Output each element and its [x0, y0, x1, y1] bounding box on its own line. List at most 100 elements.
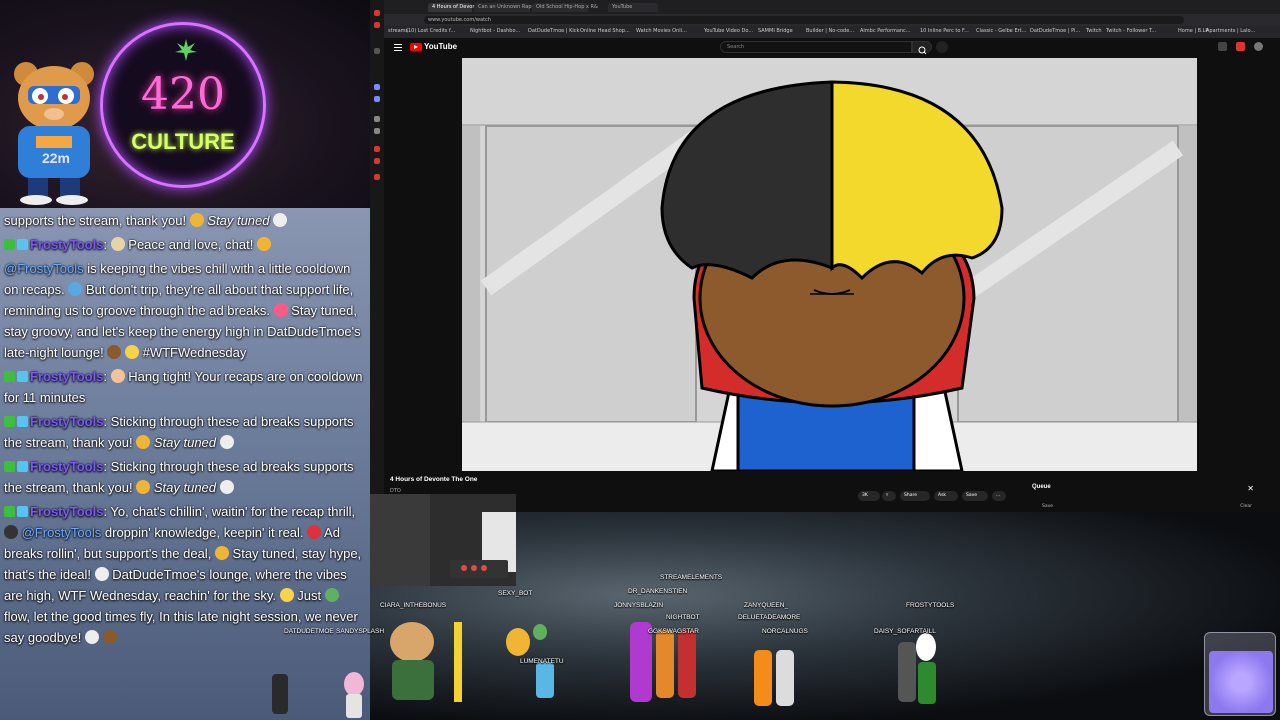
bookmark-item[interactable]: Watch Movies Onli...: [636, 28, 687, 34]
chat-username[interactable]: FrostyTools: [30, 237, 103, 252]
search-input[interactable]: Search: [720, 41, 912, 53]
bookmark-item[interactable]: Nightbot - Dashbo...: [470, 28, 520, 34]
rail-icon[interactable]: [374, 96, 380, 102]
chat-panel: supports the stream, thank you! Stay tun…: [0, 208, 370, 720]
search-button[interactable]: [912, 41, 932, 55]
rail-icon[interactable]: [374, 146, 380, 152]
queue-panel: Queue ✕ Save Clear: [1030, 482, 1270, 512]
youtube-wordmark[interactable]: YouTube: [424, 42, 457, 51]
chat-text: #WTFWednesday: [138, 345, 247, 360]
neon-word: CULTURE: [131, 129, 235, 154]
viewer-name-label: NORCALNUGS: [762, 628, 808, 635]
chat-username[interactable]: FrostyTools: [30, 504, 103, 519]
rail-icon[interactable]: [374, 128, 380, 134]
verified-badge-icon: [17, 371, 28, 382]
bookmark-item[interactable]: 10 Inline Perc to F...: [920, 28, 969, 34]
emoji-icon: [68, 282, 83, 296]
tab-old-school[interactable]: Old School Hip-Hop x R&: [532, 3, 598, 12]
viewer-sprite: [776, 650, 794, 706]
chat-text: Stay tuned: [203, 213, 274, 228]
emoji-icon: [214, 546, 229, 560]
voice-search-icon[interactable]: [936, 41, 948, 53]
viewer-name-label: FROSTYTOOLS: [906, 602, 955, 609]
share-button[interactable]: Share: [900, 491, 930, 501]
viewer-sprite: [536, 662, 554, 698]
viewer-sprite: [390, 622, 434, 662]
viewer-name-label: CIARA_INTHEBONUS: [380, 602, 447, 609]
tip-jar: [1204, 632, 1276, 716]
viewer-sprite: [272, 674, 288, 714]
rail-icon[interactable]: [374, 158, 380, 164]
tab-unknown-rapper[interactable]: Can an Unknown Rapper: [474, 3, 540, 12]
emoji-icon: [273, 213, 288, 227]
viewer-sprite: [656, 630, 674, 698]
queue-title: Queue: [1032, 484, 1051, 490]
queue-save-button[interactable]: Save: [1042, 504, 1053, 509]
video-frame-illustration: [462, 58, 1197, 471]
chat-mention[interactable]: @FrostyTools: [4, 261, 84, 276]
chat-text: :: [103, 237, 111, 252]
chat-mention[interactable]: @FrostyTools: [18, 525, 102, 540]
ask-button[interactable]: Ask: [934, 491, 958, 501]
bookmark-item[interactable]: Twitch - Follower T...: [1106, 28, 1156, 34]
viewer-name-label: STREAMELEMENTS: [660, 574, 723, 581]
emoji-icon: [4, 525, 18, 539]
video-player[interactable]: [462, 58, 1197, 471]
chat-text: Peace and love, chat!: [124, 237, 257, 252]
viewer-sprite: [916, 633, 936, 661]
notifications-icon[interactable]: [1236, 42, 1245, 51]
verified-badge-icon: [17, 506, 28, 517]
neon-420-culture-logo: 420 CULTURE: [100, 22, 266, 188]
chat-message: FrostyTools: Sticking through these ad b…: [4, 456, 366, 498]
save-button[interactable]: Save: [962, 491, 988, 501]
chat-username[interactable]: FrostyTools: [30, 459, 103, 474]
viewer-name-label: ZANYQUEEN_: [744, 602, 789, 609]
dislike-button[interactable]: ▿: [882, 491, 896, 501]
bookmark-item[interactable]: Aimbc Performanc...: [860, 28, 911, 34]
chat-overlap-sprites: [272, 672, 364, 718]
leaf-icon: [175, 39, 197, 61]
bookmark-item[interactable]: Home | B.LP: [1178, 28, 1208, 34]
bookmark-item[interactable]: (10) Lost Credits f...: [406, 28, 455, 34]
bookmark-item[interactable]: Online Head Shop...: [580, 28, 630, 34]
chat-username[interactable]: FrostyTools: [30, 369, 103, 384]
queue-clear-button[interactable]: Clear: [1240, 504, 1252, 509]
tip-jar-fill: [1209, 651, 1273, 713]
menu-icon[interactable]: [394, 44, 402, 51]
viewer-sprite: [898, 642, 916, 702]
rail-icon[interactable]: [374, 174, 380, 180]
verified-badge-icon: [17, 239, 28, 250]
bookmark-item[interactable]: SAMMI Bridge: [758, 28, 793, 34]
rail-icon[interactable]: [374, 10, 380, 16]
chat-text: Stay tuned: [150, 435, 220, 450]
emoji-icon: [136, 480, 151, 494]
more-actions-button[interactable]: ...: [992, 491, 1006, 501]
tab-devonte[interactable]: 4 Hours of Devonte The: [428, 3, 491, 12]
bookmark-item[interactable]: YouTube Video Do...: [704, 28, 753, 34]
bookmark-item[interactable]: Classic - Gelbe Ert...: [976, 28, 1026, 34]
rail-icon[interactable]: [374, 84, 380, 90]
bookmark-item[interactable]: Builder | No-code...: [806, 28, 854, 34]
chat-text: droppin' knowledge, keepin' it real.: [101, 525, 308, 540]
emoji-icon: [307, 525, 322, 539]
like-button[interactable]: 3K: [858, 491, 880, 501]
bookmark-item[interactable]: DatDudeTmoe | Kick: [528, 28, 579, 34]
emoji-icon: [94, 567, 109, 581]
rail-icon[interactable]: [374, 48, 380, 54]
youtube-logo-icon[interactable]: [410, 43, 422, 51]
rail-icon[interactable]: [374, 22, 380, 28]
viewer-sprite: [392, 660, 434, 700]
tab-youtube[interactable]: YouTube: [608, 3, 658, 12]
chat-username[interactable]: FrostyTools: [30, 414, 103, 429]
upload-icon[interactable]: [1218, 42, 1227, 51]
close-icon[interactable]: ✕: [1247, 484, 1254, 493]
url-field[interactable]: www.youtube.com/watch: [424, 16, 1184, 24]
viewer-avatar-stage: STREAMELEMENTS DR_DANKENSTIEN CIARA_INTHEB…: [284, 494, 1280, 720]
rail-icon[interactable]: [374, 116, 380, 122]
avatar[interactable]: [1254, 42, 1263, 51]
bookmark-item[interactable]: DatDudeTmoe | Pi...: [1030, 28, 1080, 34]
emoji-icon: [256, 237, 271, 251]
bookmark-item[interactable]: Twitch: [1086, 28, 1102, 34]
moderator-badge-icon: [4, 506, 15, 517]
bookmark-item[interactable]: Apartments | Lalo...: [1206, 28, 1255, 34]
